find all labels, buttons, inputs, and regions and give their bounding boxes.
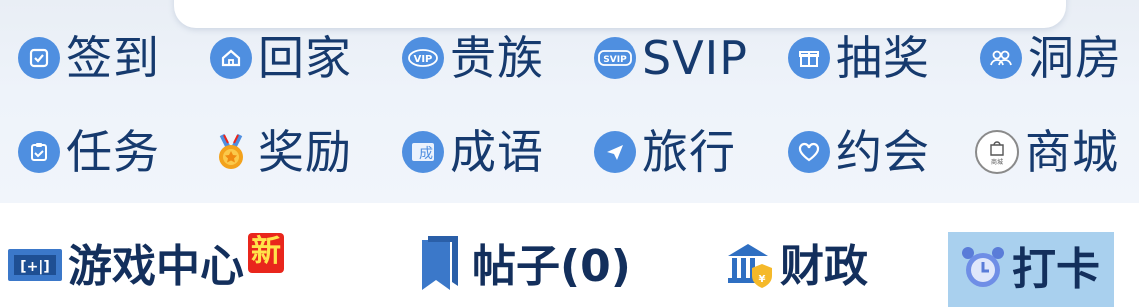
clock-in-button[interactable]: 打卡 (948, 232, 1114, 307)
clock-in-label: 打卡 (1012, 243, 1100, 295)
home-icon (210, 37, 252, 79)
alarm-clock-icon (958, 243, 1008, 297)
svg-text:¥: ¥ (759, 274, 766, 285)
page: 签到 回家 VIP 贵族 SVIP SVIP 抽奖 洞房 任务 奖励 成 成语 … (0, 0, 1139, 307)
menu-item-svip[interactable]: SVIP SVIP (594, 28, 748, 88)
couple-icon (980, 37, 1022, 79)
new-badge: 新 (248, 233, 284, 273)
checkin-icon (18, 37, 60, 79)
menu-label-date: 约会 (836, 125, 930, 179)
medal-icon (210, 131, 252, 173)
menu-item-checkin[interactable]: 签到 (18, 28, 160, 88)
shop-icon: 商城 (975, 130, 1019, 174)
menu-panel: 签到 回家 VIP 贵族 SVIP SVIP 抽奖 洞房 任务 奖励 成 成语 … (0, 0, 1139, 203)
posts-label: 帖子(0) (472, 241, 631, 292)
posts-button[interactable]: 帖子(0) (418, 232, 631, 302)
menu-item-bridal-room[interactable]: 洞房 (980, 28, 1122, 88)
menu-label-noble: 贵族 (450, 31, 544, 85)
menu-item-date[interactable]: 约会 (788, 122, 930, 182)
svip-icon: SVIP (594, 37, 636, 79)
idiom-icon: 成 (402, 131, 444, 173)
menu-item-task[interactable]: 任务 (18, 122, 160, 182)
menu-label-bridal-room: 洞房 (1028, 31, 1122, 85)
game-center-icon: [+|] (6, 247, 64, 287)
menu-item-idiom[interactable]: 成 成语 (402, 122, 544, 182)
svg-text:[+|]: [+|] (20, 259, 50, 275)
bookmark-icon (418, 234, 464, 300)
task-icon (18, 131, 60, 173)
menu-row-2: 任务 奖励 成 成语 旅行 约会 商城 商城 (0, 122, 1139, 182)
svip-icon-text: SVIP (603, 55, 627, 65)
menu-row-1: 签到 回家 VIP 贵族 SVIP SVIP 抽奖 洞房 (0, 28, 1139, 88)
menu-item-reward[interactable]: 奖励 (210, 122, 352, 182)
menu-label-task: 任务 (66, 125, 160, 179)
menu-item-travel[interactable]: 旅行 (594, 122, 736, 182)
finance-label: 财政 (780, 241, 868, 292)
menu-item-home[interactable]: 回家 (210, 28, 352, 88)
menu-label-shop: 商城 (1025, 125, 1119, 179)
menu-label-home: 回家 (258, 31, 352, 85)
menu-item-lottery[interactable]: 抽奖 (788, 28, 930, 88)
menu-item-shop[interactable]: 商城 商城 (975, 122, 1119, 182)
vip-icon: VIP (402, 37, 444, 79)
travel-icon (594, 131, 636, 173)
heart-icon (788, 131, 830, 173)
menu-item-noble[interactable]: VIP 贵族 (402, 28, 544, 88)
menu-label-travel: 旅行 (642, 125, 736, 179)
bank-icon: ¥ (724, 240, 776, 294)
popup-card (174, 0, 1066, 28)
idiom-icon-text: 成 (419, 146, 433, 162)
gift-icon (788, 37, 830, 79)
game-center-label: 游戏中心 (68, 241, 244, 292)
menu-label-svip: SVIP (642, 31, 748, 85)
menu-label-reward: 奖励 (258, 125, 352, 179)
game-center-button[interactable]: [+|] 游戏中心 新 (6, 232, 284, 302)
menu-label-lottery: 抽奖 (836, 31, 930, 85)
menu-label-idiom: 成语 (450, 125, 544, 179)
vip-icon-text: VIP (414, 54, 433, 65)
shop-icon-text: 商城 (991, 158, 1003, 166)
finance-button[interactable]: ¥ 财政 (724, 232, 868, 302)
menu-label-checkin: 签到 (66, 31, 160, 85)
